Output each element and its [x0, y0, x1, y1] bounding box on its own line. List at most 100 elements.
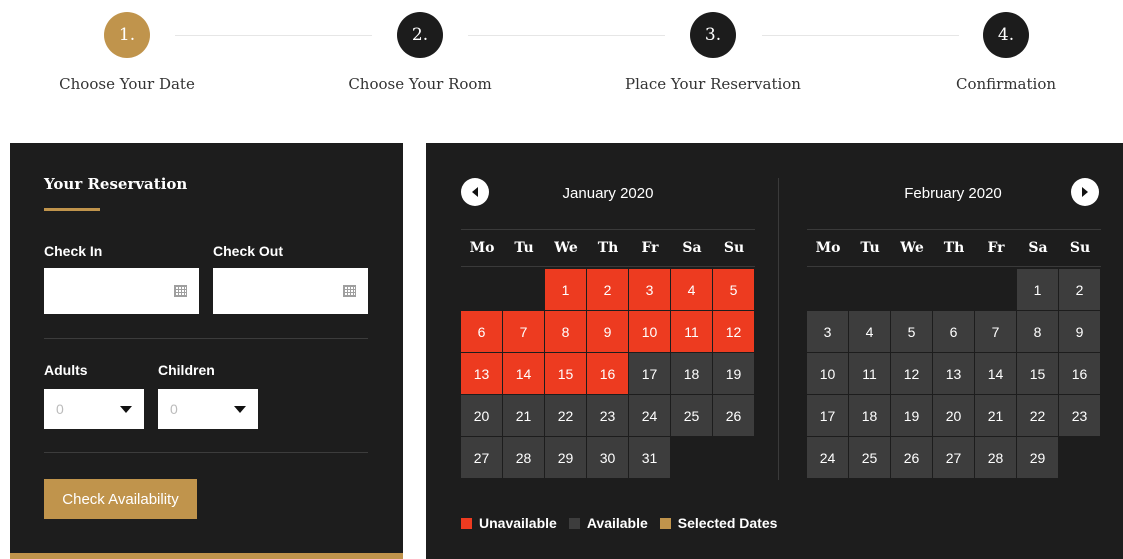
step-connector: [175, 35, 372, 36]
weekday-label: We: [554, 240, 578, 256]
day-cell-available[interactable]: 5: [891, 311, 933, 353]
weekday-label: Th: [597, 240, 619, 256]
day-cell-unavailable: 13: [461, 353, 503, 395]
chevron-down-icon: [234, 406, 246, 413]
day-cell-unavailable: 4: [671, 269, 713, 311]
day-cell-available[interactable]: 15: [1017, 353, 1059, 395]
reservation-title: Your Reservation: [44, 175, 188, 193]
calendar-icon[interactable]: [343, 285, 356, 297]
step-4-circle[interactable]: 4.: [983, 12, 1029, 58]
day-cell-available[interactable]: 27: [461, 437, 503, 479]
day-cell-available[interactable]: 30: [587, 437, 629, 479]
day-cell-unavailable: 12: [713, 311, 755, 353]
divider: [44, 338, 368, 339]
step-connector: [762, 35, 959, 36]
day-cell-available[interactable]: 1: [1017, 269, 1059, 311]
day-cell-available[interactable]: 27: [933, 437, 975, 479]
empty-cell: [461, 269, 503, 311]
day-cell-unavailable: 1: [545, 269, 587, 311]
day-cell-available[interactable]: 24: [629, 395, 671, 437]
day-cell-available[interactable]: 22: [1017, 395, 1059, 437]
legend-item: Unavailable: [461, 515, 557, 531]
day-cell-available[interactable]: 26: [713, 395, 755, 437]
day-cell-unavailable: 2: [587, 269, 629, 311]
legend-swatch: [568, 517, 580, 529]
day-cell-available[interactable]: 28: [975, 437, 1017, 479]
panel-accent-bar: [10, 553, 403, 559]
weekday-header: Mo Tu We Th Fr Sa Su: [807, 229, 1101, 267]
divider: [44, 452, 368, 453]
step-1-label: Choose Your Date: [59, 75, 195, 93]
day-cell-available[interactable]: 19: [891, 395, 933, 437]
children-select[interactable]: 0: [158, 389, 258, 429]
day-cell-unavailable: 16: [587, 353, 629, 395]
day-cell-available[interactable]: 25: [671, 395, 713, 437]
day-cell-available[interactable]: 10: [807, 353, 849, 395]
day-cell-available[interactable]: 18: [849, 395, 891, 437]
empty-cell: [933, 269, 975, 311]
day-cell-available[interactable]: 6: [933, 311, 975, 353]
legend-label: Unavailable: [479, 515, 557, 531]
day-cell-available[interactable]: 19: [713, 353, 755, 395]
children-label: Children: [158, 362, 215, 378]
day-cell-available[interactable]: 25: [849, 437, 891, 479]
legend-swatch: [461, 517, 472, 529]
day-cell-available[interactable]: 22: [545, 395, 587, 437]
day-cell-available[interactable]: 21: [975, 395, 1017, 437]
prev-month-button[interactable]: [461, 178, 489, 206]
day-cell-unavailable: 11: [671, 311, 713, 353]
day-cell-available[interactable]: 20: [461, 395, 503, 437]
day-cell-unavailable: 6: [461, 311, 503, 353]
calendar-legend: Unavailable Available Selected Dates: [461, 515, 789, 531]
day-cell-available[interactable]: 12: [891, 353, 933, 395]
day-cell-available[interactable]: 17: [629, 353, 671, 395]
weekday-header: Mo Tu We Th Fr Sa Su: [461, 229, 755, 267]
day-cell-available[interactable]: 8: [1017, 311, 1059, 353]
day-cell-available[interactable]: 4: [849, 311, 891, 353]
step-2-circle[interactable]: 2.: [397, 12, 443, 58]
day-cell-available[interactable]: 2: [1059, 269, 1101, 311]
booking-steps: 1. 2. 3. 4. Choose Your Date Choose Your…: [0, 0, 1123, 120]
calendar-icon[interactable]: [174, 285, 187, 297]
day-cell-available[interactable]: 29: [1017, 437, 1059, 479]
day-cell-unavailable: 9: [587, 311, 629, 353]
day-cell-available[interactable]: 31: [629, 437, 671, 479]
adults-select[interactable]: 0: [44, 389, 144, 429]
day-cell-available[interactable]: 28: [503, 437, 545, 479]
day-cell-available[interactable]: 21: [503, 395, 545, 437]
day-cell-available[interactable]: 24: [807, 437, 849, 479]
day-cell-available[interactable]: 3: [807, 311, 849, 353]
check-in-input[interactable]: [44, 268, 199, 314]
day-cell-available[interactable]: 29: [545, 437, 587, 479]
day-cell-available[interactable]: 16: [1059, 353, 1101, 395]
empty-cell: [891, 269, 933, 311]
day-cell-available[interactable]: 13: [933, 353, 975, 395]
day-cell-available[interactable]: 23: [1059, 395, 1101, 437]
weekday-label: Sa: [1028, 240, 1048, 256]
day-cell-unavailable: 3: [629, 269, 671, 311]
next-month-button[interactable]: [1071, 178, 1099, 206]
weekday-label: Tu: [514, 240, 534, 256]
check-availability-button[interactable]: Check Availability: [44, 479, 197, 519]
check-out-input[interactable]: [213, 268, 368, 314]
day-cell-available[interactable]: 9: [1059, 311, 1101, 353]
day-cell-available[interactable]: 23: [587, 395, 629, 437]
day-grid: 1 2 3 4 5 6 7 8 9 10 11 12 13 14 15 16 17 18 19 20 21 22 23 24 2…: [461, 269, 755, 479]
day-cell-available[interactable]: 14: [975, 353, 1017, 395]
empty-cell: [503, 269, 545, 311]
weekday-label: Su: [723, 240, 745, 256]
step-3-circle[interactable]: 3.: [690, 12, 736, 58]
day-cell-available[interactable]: 11: [849, 353, 891, 395]
day-cell-available[interactable]: 20: [933, 395, 975, 437]
day-cell-available[interactable]: 7: [975, 311, 1017, 353]
legend-label: Available: [586, 515, 648, 531]
day-cell-available[interactable]: 17: [807, 395, 849, 437]
weekday-label: Th: [943, 240, 965, 256]
check-out-label: Check Out: [213, 243, 284, 259]
day-cell-unavailable: 8: [545, 311, 587, 353]
step-1-circle[interactable]: 1.: [104, 12, 150, 58]
day-cell-available[interactable]: 26: [891, 437, 933, 479]
weekday-label: Fr: [641, 240, 659, 256]
weekday-label: Mo: [815, 240, 841, 256]
day-cell-available[interactable]: 18: [671, 353, 713, 395]
